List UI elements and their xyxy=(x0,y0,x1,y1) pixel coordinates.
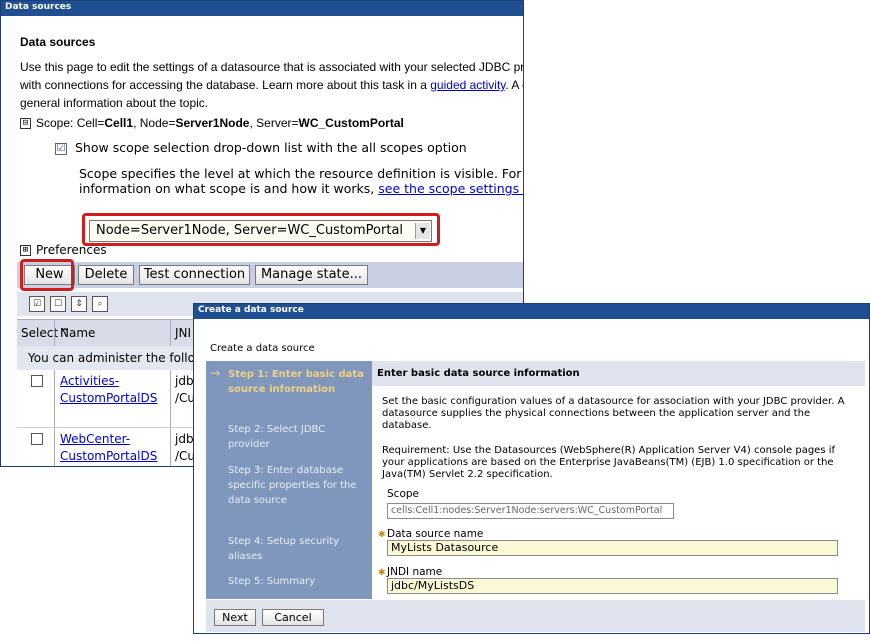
datasource-name-link[interactable]: WebCenter- CustomPortalDS xyxy=(60,431,160,465)
current-step-arrow-icon: → xyxy=(210,366,221,380)
new-button-highlight xyxy=(20,259,74,291)
required-icon: ✱ xyxy=(378,530,386,540)
delete-button[interactable]: Delete xyxy=(78,265,134,285)
scope-line: ⊟ Scope: Cell=Cell1, Node=Server1Node, Se… xyxy=(20,116,404,130)
name-line: CustomPortalDS xyxy=(60,449,158,463)
form-requirement: Requirement: Use the Datasources (WebSph… xyxy=(382,445,836,480)
create-data-source-window: Create a data source Create a data sourc… xyxy=(193,303,870,634)
datasource-name-link[interactable]: Activities- CustomPortalDS xyxy=(60,373,160,407)
expand-preferences-icon[interactable]: ⊞ xyxy=(20,245,31,256)
step-5: Step 5: Summary xyxy=(228,576,316,587)
scope-node-label: , Node= xyxy=(133,116,176,130)
name-line: CustomPortalDS xyxy=(60,391,158,405)
form-pane: Enter basic data source information Set … xyxy=(372,361,865,599)
scope-field: cells:Cell1:nodes:Server1Node:servers:WC… xyxy=(387,503,674,519)
jndi-line: jdb xyxy=(175,432,194,446)
filter-icon[interactable]: ⌕ xyxy=(92,296,108,312)
preferences-section[interactable]: ⊞ Preferences xyxy=(20,243,107,257)
select-column-header: Select xyxy=(21,326,59,340)
step-3: Step 3: Enter database specific properti… xyxy=(228,465,357,506)
show-scope-label: Show scope selection drop-down list with… xyxy=(75,140,467,155)
form-heading: Enter basic data source information xyxy=(372,361,865,386)
scope-server-label: , Server= xyxy=(249,116,299,130)
wizard-subtitle: Create a data source xyxy=(210,343,315,354)
scope-prefix: Scope: Cell= xyxy=(36,116,105,130)
show-scope-option: ☑ Show scope selection drop-down list wit… xyxy=(55,140,467,155)
page-description: Use this page to edit the settings of a … xyxy=(20,58,524,112)
name-line: Activities- xyxy=(60,374,120,388)
name-line: WebCenter- xyxy=(60,432,131,446)
scope-settings-help-link[interactable]: see the scope settings help. xyxy=(378,181,523,196)
scope-info: Scope specifies the level at which the r… xyxy=(79,166,523,196)
guided-activity-link[interactable]: guided activity xyxy=(430,78,505,92)
jndi-name-label: JNDI name xyxy=(387,566,443,578)
show-scope-checkbox[interactable]: ☑ xyxy=(55,142,67,155)
scope-server: WC_CustomPortal xyxy=(298,116,404,130)
button-bar: New Delete Test connection Manage state.… xyxy=(17,262,523,288)
scope-info-line-1: Scope specifies the level at which the r… xyxy=(79,166,523,181)
next-button[interactable]: Next xyxy=(214,609,256,626)
jndi-line: jdb xyxy=(175,374,194,388)
scope-info-line-2: information on what scope is and how it … xyxy=(79,181,523,196)
data-source-name-field[interactable]: MyLists Datasource xyxy=(387,540,838,556)
page-title: Data sources xyxy=(20,35,96,49)
wizard-steps: → Step 1: Enter basic data source inform… xyxy=(206,361,372,599)
scope-select[interactable]: Node=Server1Node, Server=WC_CustomPortal… xyxy=(89,220,432,242)
row-checkbox[interactable] xyxy=(31,433,43,445)
scope-info-text: information on what scope is and how it … xyxy=(79,181,379,196)
manage-state-button[interactable]: Manage state... xyxy=(255,265,368,285)
step-2: Step 2: Select JDBC provider xyxy=(228,424,326,450)
window-title: Data sources xyxy=(1,1,523,16)
cancel-button[interactable]: Cancel xyxy=(262,609,324,626)
dropdown-arrow-icon[interactable]: ▼ xyxy=(415,223,430,239)
deselect-all-icon[interactable]: ☐ xyxy=(50,296,66,312)
step-1: Step 1: Enter basic data source informat… xyxy=(228,369,364,395)
expand-icon[interactable]: ⇕ xyxy=(71,296,87,312)
jndi-column-header: JNI xyxy=(175,326,192,340)
description-line-2: with connections for accessing the datab… xyxy=(20,76,523,94)
preferences-label: Preferences xyxy=(36,243,107,257)
select-all-icon[interactable]: ☑ xyxy=(29,296,45,312)
form-description: Set the basic configuration values of a … xyxy=(382,396,845,431)
required-icon: ✱ xyxy=(378,568,386,578)
description-line-3: general information about the topic. xyxy=(20,96,209,110)
test-connection-button[interactable]: Test connection xyxy=(139,265,250,285)
scope-cell: Cell1 xyxy=(104,116,134,130)
scope-label: Scope xyxy=(387,488,419,500)
scope-node: Server1Node xyxy=(175,116,250,130)
window-title: Create a data source xyxy=(194,304,869,319)
wizard-footer: Next Cancel xyxy=(206,600,865,632)
row-checkbox[interactable] xyxy=(31,375,43,387)
description-line-1: Use this page to edit the settings of a … xyxy=(20,60,524,74)
sort-icon[interactable]: ⌃ xyxy=(60,320,70,346)
description-text-tail: . A guided a xyxy=(505,78,523,92)
step-4: Step 4: Setup security aliases xyxy=(228,536,340,562)
collapse-scope-icon[interactable]: ⊟ xyxy=(20,118,31,130)
jndi-name-field[interactable]: jdbc/MyListsDS xyxy=(387,578,838,594)
scope-select-value: Node=Server1Node, Server=WC_CustomPortal xyxy=(96,223,404,238)
description-text: with connections for accessing the datab… xyxy=(20,78,431,92)
data-source-name-label: Data source name xyxy=(387,528,484,540)
